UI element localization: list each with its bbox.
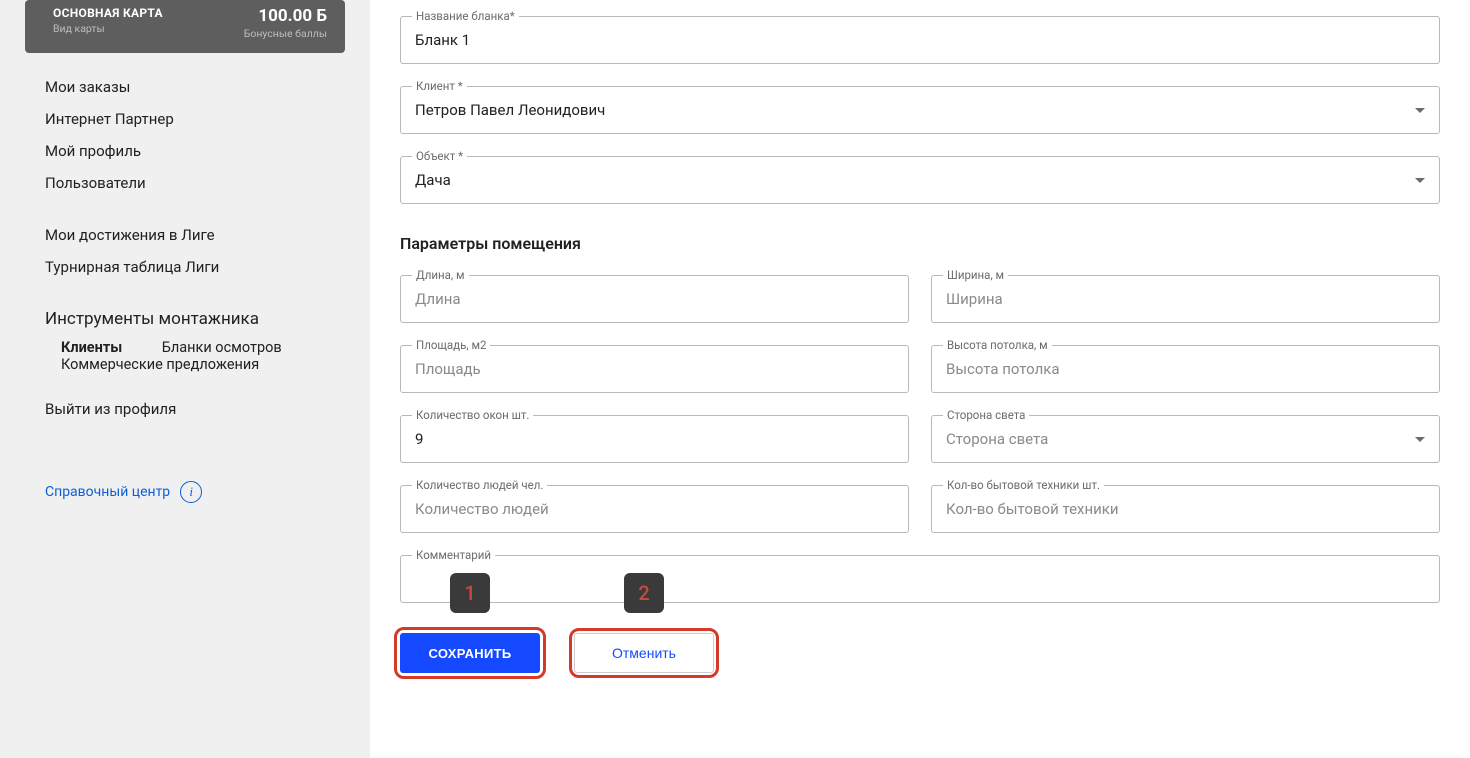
- chevron-down-icon: [1415, 437, 1425, 442]
- bonus-card[interactable]: ОСНОВНАЯ КАРТА Вид карты 100.00 Б Бонусн…: [25, 0, 345, 53]
- windows-field[interactable]: [400, 415, 909, 463]
- info-icon: i: [180, 481, 202, 503]
- ceiling-label: Высота потолка, м: [943, 338, 1052, 352]
- object-select[interactable]: Дача: [400, 156, 1440, 204]
- form-name-field[interactable]: [400, 16, 1440, 64]
- nav-my-profile[interactable]: Мой профиль: [25, 135, 345, 167]
- bonus-card-subtitle: Вид карты: [53, 22, 163, 35]
- side-select[interactable]: Сторона света: [931, 415, 1440, 463]
- object-label: Объект *: [412, 149, 467, 163]
- nav-tools-proposals[interactable]: Коммерческие предложения: [25, 350, 259, 379]
- length-label: Длина, м: [412, 268, 469, 282]
- save-button[interactable]: СОХРАНИТЬ: [400, 633, 540, 673]
- nav-league-achievements[interactable]: Мои достижения в Лиге: [25, 219, 345, 251]
- people-label: Количество людей чел.: [412, 478, 547, 492]
- annotation-badge-2: 2: [624, 573, 664, 613]
- nav-group-league: Мои достижения в Лиге Турнирная таблица …: [25, 219, 345, 283]
- object-value: Дача: [415, 171, 451, 189]
- side-value: Сторона света: [946, 430, 1048, 448]
- annotation-badge-1: 1: [450, 573, 490, 613]
- ceiling-input[interactable]: [946, 360, 1425, 378]
- side-label: Сторона света: [943, 408, 1029, 422]
- appliances-field[interactable]: [931, 485, 1440, 533]
- cancel-button[interactable]: Отменить: [574, 633, 714, 673]
- length-field[interactable]: [400, 275, 909, 323]
- chevron-down-icon: [1415, 178, 1425, 183]
- bonus-card-title: ОСНОВНАЯ КАРТА: [53, 6, 163, 20]
- windows-input[interactable]: [415, 430, 894, 448]
- form-buttons: 1 СОХРАНИТЬ 2 Отменить: [400, 633, 1440, 673]
- people-input[interactable]: [415, 500, 894, 518]
- nav-my-orders[interactable]: Мои заказы: [25, 71, 345, 103]
- nav-users[interactable]: Пользователи: [25, 167, 345, 199]
- client-value: Петров Павел Леонидович: [415, 101, 605, 119]
- length-input[interactable]: [415, 290, 894, 308]
- comment-input[interactable]: [415, 570, 1425, 588]
- main-form: Название бланка* Клиент * Петров Павел Л…: [370, 0, 1470, 758]
- area-label: Площадь, м2: [412, 338, 490, 352]
- people-field[interactable]: [400, 485, 909, 533]
- nav-league-table[interactable]: Турнирная таблица Лиги: [25, 251, 345, 283]
- client-label: Клиент *: [412, 79, 467, 93]
- help-link[interactable]: Справочный центр i: [25, 475, 202, 509]
- nav-internet-partner[interactable]: Интернет Партнер: [25, 103, 345, 135]
- width-label: Ширина, м: [943, 268, 1008, 282]
- form-name-label: Название бланка*: [412, 9, 519, 23]
- nav-group-logout: Выйти из профиля: [25, 393, 345, 425]
- sidebar: ОСНОВНАЯ КАРТА Вид карты 100.00 Б Бонусн…: [0, 0, 370, 758]
- appliances-label: Кол-во бытовой техники шт.: [943, 478, 1104, 492]
- ceiling-field[interactable]: [931, 345, 1440, 393]
- bonus-amount: 100.00 Б: [244, 6, 327, 26]
- comment-label: Комментарий: [412, 548, 495, 562]
- form-name-input[interactable]: [415, 31, 1425, 49]
- comment-field[interactable]: [400, 555, 1440, 603]
- section-room-params: Параметры помещения: [400, 234, 1440, 253]
- chevron-down-icon: [1415, 108, 1425, 113]
- width-input[interactable]: [946, 290, 1425, 308]
- nav-group-main: Мои заказы Интернет Партнер Мой профиль …: [25, 71, 345, 199]
- help-link-label: Справочный центр: [45, 484, 170, 500]
- bonus-caption: Бонусные баллы: [244, 27, 327, 40]
- client-select[interactable]: Петров Павел Леонидович: [400, 86, 1440, 134]
- area-field[interactable]: [400, 345, 909, 393]
- area-input[interactable]: [415, 360, 894, 378]
- nav-group-tools: Инструменты монтажника Клиенты Бланки ос…: [25, 303, 345, 373]
- nav-logout[interactable]: Выйти из профиля: [25, 393, 345, 425]
- width-field[interactable]: [931, 275, 1440, 323]
- appliances-input[interactable]: [946, 500, 1425, 518]
- windows-label: Количество окон шт.: [412, 408, 533, 422]
